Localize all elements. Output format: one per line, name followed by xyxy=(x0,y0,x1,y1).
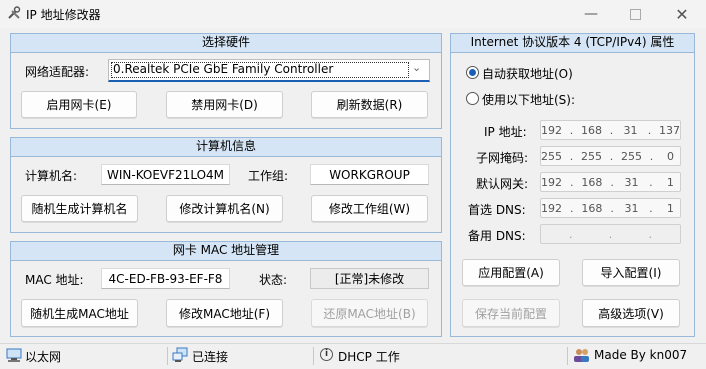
save-config-button[interactable]: 保存当前配置 xyxy=(462,299,560,327)
apply-config-button[interactable]: 应用配置(A) xyxy=(462,259,560,286)
gateway-field[interactable]: 192. 168. 31. 1 xyxy=(540,172,681,192)
mac-status-field: [正常]未修改 xyxy=(310,268,429,289)
change-computer-name-button[interactable]: 修改计算机名(N) xyxy=(166,195,283,222)
random-computer-name-button[interactable]: 随机生成计算机名 xyxy=(21,195,138,222)
enable-nic-button[interactable]: 启用网卡(E) xyxy=(21,91,137,118)
auto-address-label[interactable]: 自动获取地址(O) xyxy=(482,65,573,82)
close-icon: ✕ xyxy=(675,4,689,24)
workgroup-label: 工作组: xyxy=(248,169,289,183)
status-divider xyxy=(567,347,568,365)
change-mac-button[interactable]: 修改MAC地址(F) xyxy=(166,299,283,327)
workgroup-field[interactable]: WORKGROUP xyxy=(310,164,429,185)
ipv4-header: Internet 协议版本 4 (TCP/IPv4) 属性 xyxy=(451,34,694,53)
window-title: IP 地址修改器 xyxy=(26,8,101,22)
alternate-dns-label: 备用 DNS: xyxy=(468,229,526,243)
minimize-button[interactable]: — xyxy=(568,0,614,28)
auto-address-radio[interactable] xyxy=(466,66,479,79)
alternate-dns-field[interactable]: ... xyxy=(540,224,681,244)
close-button[interactable]: ✕ xyxy=(659,0,705,28)
info-icon: i xyxy=(320,348,333,361)
random-mac-button[interactable]: 随机生成MAC地址 xyxy=(21,299,138,327)
author-text: Made By kn007 xyxy=(594,348,688,362)
tools-icon xyxy=(8,6,21,19)
status-divider xyxy=(167,347,168,365)
status-label: 状态: xyxy=(259,273,288,287)
preferred-dns-label: 首选 DNS: xyxy=(468,203,526,217)
change-workgroup-button[interactable]: 修改工作组(W) xyxy=(311,195,428,222)
subnet-mask-field[interactable]: 255. 255. 255. 0 xyxy=(540,146,681,166)
connected-icon xyxy=(172,347,188,362)
users-icon xyxy=(574,349,589,362)
hardware-header: 选择硬件 xyxy=(11,34,441,53)
adapter-select[interactable]: 0.Realtek PCIe GbE Family Controller ⌄ xyxy=(108,59,430,82)
disable-nic-button[interactable]: 禁用网卡(D) xyxy=(166,91,283,118)
adapter-select-value: 0.Realtek PCIe GbE Family Controller xyxy=(113,62,334,76)
gateway-label: 默认网关: xyxy=(476,177,529,191)
manual-address-radio[interactable] xyxy=(466,92,479,105)
ip-address-label: IP 地址: xyxy=(484,125,527,139)
mac-address-field[interactable]: 4C-ED-FB-93-EF-F8 xyxy=(101,268,230,289)
connection-status-text: 已连接 xyxy=(192,350,229,364)
adapter-label: 网络适配器: xyxy=(25,65,90,79)
manual-address-label[interactable]: 使用以下地址(S): xyxy=(482,91,575,108)
computer-header: 计算机信息 xyxy=(11,138,441,157)
preferred-dns-field[interactable]: 192. 168. 31. 1 xyxy=(540,198,681,218)
advanced-options-button[interactable]: 高级选项(V) xyxy=(582,299,680,327)
dhcp-status-text: DHCP 工作 xyxy=(338,350,400,364)
restore-mac-button[interactable]: 还原MAC地址(B) xyxy=(311,299,428,327)
minimize-icon: — xyxy=(584,6,598,22)
import-config-button[interactable]: 导入配置(I) xyxy=(582,259,680,286)
ip-address-field[interactable]: 192. 168. 31. 137 xyxy=(540,120,681,140)
network-status-text: 以太网 xyxy=(25,350,62,364)
mac-header: 网卡 MAC 地址管理 xyxy=(11,242,441,261)
subnet-mask-label: 子网掩码: xyxy=(476,151,529,165)
chevron-down-icon: ⌄ xyxy=(412,61,422,74)
network-icon xyxy=(6,348,22,362)
maximize-icon xyxy=(629,8,641,20)
refresh-data-button[interactable]: 刷新数据(R) xyxy=(311,91,428,118)
status-divider xyxy=(313,347,314,365)
mac-label: MAC 地址: xyxy=(25,273,84,287)
maximize-button[interactable] xyxy=(612,0,658,28)
computer-name-label: 计算机名: xyxy=(25,169,78,183)
computer-name-field[interactable]: WIN-KOEVF21LO4M xyxy=(101,164,230,185)
